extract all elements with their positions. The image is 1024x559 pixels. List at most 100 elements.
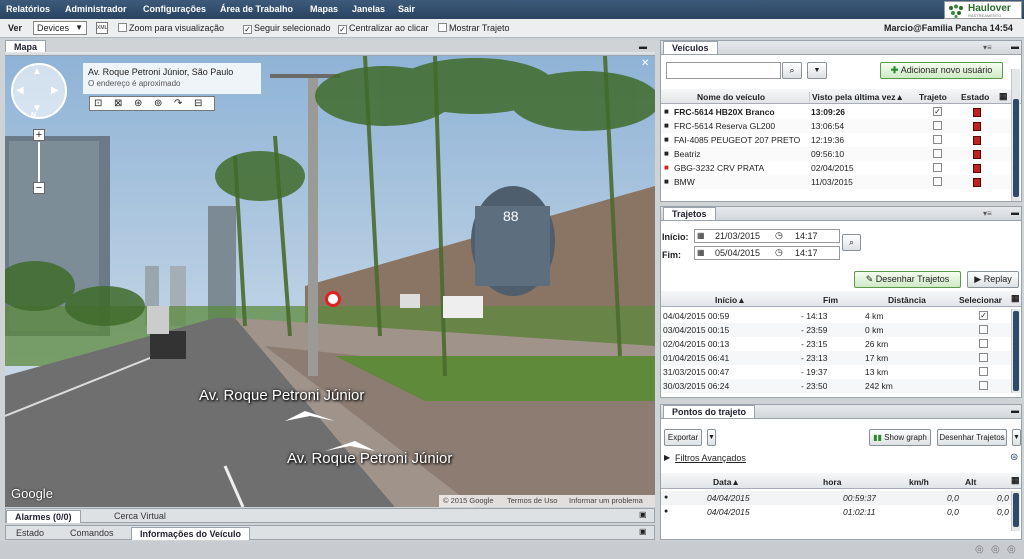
centralizar-checkbox-wrap[interactable]: ✓ Centralizar ao clicar bbox=[338, 23, 429, 34]
tab-trajetos[interactable]: Trajetos bbox=[663, 207, 716, 220]
tab-veiculos[interactable]: Veículos bbox=[663, 41, 718, 54]
zoom-slider[interactable] bbox=[38, 142, 40, 182]
minimize-icon-v[interactable]: ▬ bbox=[1011, 42, 1019, 51]
export-xml-icon[interactable]: XML bbox=[96, 22, 108, 34]
arrow-left-icon[interactable]: ◀ bbox=[16, 85, 24, 96]
trajeto-checkbox[interactable]: ✓ bbox=[933, 107, 942, 116]
seguir-checkbox[interactable]: ✓ bbox=[243, 25, 252, 34]
table-row[interactable]: ■ FRC-5614 HB20X Branco 13:09:26 ✓ bbox=[661, 105, 1011, 119]
zoom-checkbox[interactable] bbox=[118, 23, 127, 32]
status-icon[interactable] bbox=[973, 164, 981, 173]
selecionar-checkbox[interactable] bbox=[979, 339, 988, 348]
desenhar-pontos-button[interactable]: Desenhar Trajetos bbox=[937, 429, 1007, 446]
selecionar-checkbox[interactable] bbox=[979, 367, 988, 376]
veiculos-scroll-thumb[interactable] bbox=[1013, 99, 1019, 197]
maximize-icon-2[interactable]: ▣ bbox=[639, 527, 647, 536]
table-row[interactable]: 02/04/2015 00:13 - 23:15 26 km bbox=[661, 337, 1011, 351]
col-nome[interactable]: Nome do veículo bbox=[697, 92, 765, 102]
inicio-datetime[interactable]: ▦ 21/03/2015 ◷ 14:17 bbox=[694, 229, 840, 243]
columns-icon-3[interactable]: ▦ bbox=[1011, 475, 1020, 486]
tab-cerca-virtual[interactable]: Cerca Virtual bbox=[106, 511, 174, 521]
table-row[interactable]: 30/03/2015 06:24 - 23:50 242 km bbox=[661, 379, 1011, 393]
mostrar-checkbox[interactable] bbox=[438, 23, 447, 32]
trajeto-checkbox[interactable] bbox=[933, 121, 942, 130]
vehicle-search-input[interactable] bbox=[666, 62, 781, 79]
status-icon[interactable] bbox=[973, 150, 981, 159]
col-data[interactable]: Data▲ bbox=[713, 477, 740, 487]
tool-icon-5[interactable]: ↷ bbox=[174, 98, 182, 109]
menu-configuracoes[interactable]: Configurações bbox=[143, 4, 206, 14]
selecionar-checkbox[interactable]: ✓ bbox=[979, 311, 988, 320]
tab-alarmes[interactable]: Alarmes (0/0) bbox=[6, 510, 81, 523]
help-icon[interactable]: ⊜ bbox=[1010, 452, 1018, 463]
tool-icon-3[interactable]: ⊛ bbox=[134, 98, 142, 109]
col-distancia[interactable]: Distância bbox=[888, 295, 926, 305]
devices-select[interactable]: Devices ▼ bbox=[33, 21, 87, 35]
status-icon[interactable] bbox=[973, 136, 981, 145]
table-row[interactable]: 03/04/2015 00:15 - 23:59 0 km bbox=[661, 323, 1011, 337]
maximize-icon[interactable]: ▣ bbox=[639, 510, 647, 519]
table-row[interactable]: 04/04/2015 00:59 - 14:13 4 km ✓ bbox=[661, 309, 1011, 323]
arrow-right-icon[interactable]: ▶ bbox=[51, 85, 59, 96]
col-visto[interactable]: Visto pela última vez▲ bbox=[809, 92, 904, 102]
table-row[interactable]: 31/03/2015 00:47 - 19:37 13 km bbox=[661, 365, 1011, 379]
menu-area-trabalho[interactable]: Área de Trabalho bbox=[220, 4, 293, 14]
table-row[interactable]: ● 04/04/2015 00:59:37 0,0 0,0 bbox=[661, 491, 1011, 505]
centralizar-checkbox[interactable]: ✓ bbox=[338, 25, 347, 34]
columns-icon[interactable]: ▦ bbox=[999, 91, 1008, 102]
show-graph-button[interactable]: ▮▮ Show graph bbox=[869, 429, 931, 446]
trajetos-scroll-thumb[interactable] bbox=[1013, 311, 1019, 391]
desenhar-trajetos-button[interactable]: ✎ Desenhar Trajetos bbox=[854, 271, 961, 288]
tab-pontos[interactable]: Pontos do trajeto bbox=[663, 405, 755, 418]
menu-mapas[interactable]: Mapas bbox=[310, 4, 338, 14]
table-row[interactable]: ■ BMW 11/03/2015 bbox=[661, 175, 1011, 189]
table-row[interactable]: ■ Beatriz 09:56:10 bbox=[661, 147, 1011, 161]
close-icon[interactable]: ✕ bbox=[641, 58, 649, 69]
minimize-icon-t[interactable]: ▬ bbox=[1011, 208, 1019, 217]
zoom-in-button[interactable]: + bbox=[33, 129, 45, 141]
table-row[interactable]: ● 04/04/2015 01:02:11 0,0 0,0 bbox=[661, 505, 1011, 519]
panel-menu-icon[interactable]: ▾≡ bbox=[983, 43, 992, 52]
replay-button[interactable]: ▶ Replay bbox=[967, 271, 1019, 288]
triangle-right-icon[interactable]: ▶ bbox=[664, 453, 670, 462]
menu-sair[interactable]: Sair bbox=[398, 4, 415, 14]
panel-menu-icon-t[interactable]: ▾≡ bbox=[983, 209, 992, 218]
street-view[interactable]: 88 Av. Roque Petroni Júnior, São Paulo O… bbox=[5, 56, 655, 507]
report-link[interactable]: Informar um problema bbox=[569, 495, 643, 507]
selecionar-checkbox[interactable] bbox=[979, 381, 988, 390]
table-row[interactable]: 01/04/2015 06:41 - 23:13 17 km bbox=[661, 351, 1011, 365]
menu-janelas[interactable]: Janelas bbox=[352, 4, 385, 14]
selecionar-checkbox[interactable] bbox=[979, 325, 988, 334]
col-inicio[interactable]: Início▲ bbox=[715, 295, 746, 305]
selecionar-checkbox[interactable] bbox=[979, 353, 988, 362]
search-button[interactable]: ⌕ bbox=[782, 62, 802, 79]
trajeto-checkbox[interactable] bbox=[933, 135, 942, 144]
zoom-out-button[interactable]: − bbox=[33, 182, 45, 194]
exportar-dropdown[interactable]: ▼ bbox=[707, 429, 716, 446]
terms-link[interactable]: Termos de Uso bbox=[507, 495, 557, 507]
seguir-checkbox-wrap[interactable]: ✓ Seguir selecionado bbox=[243, 23, 331, 34]
columns-icon-2[interactable]: ▦ bbox=[1011, 293, 1020, 304]
col-kmh[interactable]: km/h bbox=[909, 477, 929, 487]
compass-control[interactable]: ▲ ▼ ◀ ▶ bbox=[11, 63, 67, 119]
col-estado[interactable]: Estado bbox=[961, 92, 989, 102]
trajetos-search-button[interactable]: ⌕ bbox=[842, 234, 861, 251]
exportar-button[interactable]: Exportar bbox=[664, 429, 702, 446]
table-row[interactable]: ■ GBG-3232 CRV PRATA 02/04/2015 bbox=[661, 161, 1011, 175]
status-icon[interactable] bbox=[973, 108, 981, 117]
tool-icon-6[interactable]: ⊟ bbox=[194, 98, 202, 109]
tool-icon-4[interactable]: ⊚ bbox=[154, 98, 162, 109]
col-trajeto[interactable]: Trajeto bbox=[919, 92, 947, 102]
arrow-up-icon[interactable]: ▲ bbox=[32, 66, 42, 77]
menu-administrador[interactable]: Administrador bbox=[65, 4, 127, 14]
pontos-scrollbar[interactable] bbox=[1011, 491, 1020, 531]
add-user-button[interactable]: ✚ Adicionar novo usuário bbox=[880, 62, 1003, 79]
tab-estado[interactable]: Estado bbox=[16, 528, 44, 538]
fim-datetime[interactable]: ▦ 05/04/2015 ◷ 14:17 bbox=[694, 246, 840, 260]
veiculos-scrollbar[interactable] bbox=[1011, 69, 1020, 201]
filtros-avancados-link[interactable]: Filtros Avançados bbox=[675, 453, 746, 463]
pontos-scroll-thumb[interactable] bbox=[1013, 493, 1019, 527]
trajeto-checkbox[interactable] bbox=[933, 149, 942, 158]
desenhar-dropdown[interactable]: ▼ bbox=[1012, 429, 1021, 446]
tab-informacoes-veiculo[interactable]: Informações do Veículo bbox=[131, 527, 251, 540]
